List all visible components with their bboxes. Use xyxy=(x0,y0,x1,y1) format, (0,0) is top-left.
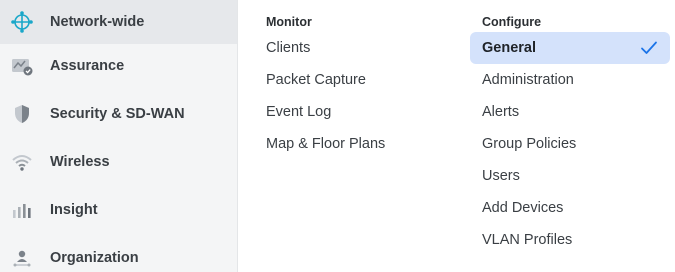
sidebar-item-label: Security & SD-WAN xyxy=(50,106,185,122)
sidebar-item-label: Network-wide xyxy=(50,14,145,30)
wifi-icon xyxy=(11,151,33,173)
menu-item-label: General xyxy=(482,40,536,56)
menu-item-general[interactable]: General xyxy=(470,32,670,64)
menu-item-users[interactable]: Users xyxy=(482,168,520,184)
sidebar-item-security-sd-wan[interactable]: Security & SD-WAN xyxy=(0,92,237,136)
menu-item-group-policies[interactable]: Group Policies xyxy=(482,136,576,152)
menu-item-clients[interactable]: Clients xyxy=(266,40,310,56)
sidebar-item-insight[interactable]: Insight xyxy=(0,188,237,232)
sidebar-item-network-wide[interactable]: Network-wide xyxy=(0,0,237,44)
menu-item-vlan-profiles[interactable]: VLAN Profiles xyxy=(482,232,572,248)
sidebar-item-label: Organization xyxy=(50,250,139,266)
bar-chart-icon xyxy=(11,199,33,221)
assurance-chart-icon xyxy=(11,55,33,77)
sidebar: Network-wide Assurance Security & SD-WAN xyxy=(0,0,238,272)
sidebar-item-label: Wireless xyxy=(50,154,110,170)
sidebar-item-label: Assurance xyxy=(50,58,125,74)
sidebar-item-wireless[interactable]: Wireless xyxy=(0,140,237,184)
monitor-heading: Monitor xyxy=(266,15,312,29)
shield-icon xyxy=(11,103,33,125)
sidebar-item-label: Insight xyxy=(50,202,98,218)
menu-item-alerts[interactable]: Alerts xyxy=(482,104,519,120)
organization-icon xyxy=(11,247,33,269)
menu-item-add-devices[interactable]: Add Devices xyxy=(482,200,563,216)
checkmark-icon xyxy=(640,40,658,56)
network-globe-icon xyxy=(11,11,33,33)
menu-item-event-log[interactable]: Event Log xyxy=(266,104,331,120)
menu-item-administration[interactable]: Administration xyxy=(482,72,574,88)
sidebar-item-organization[interactable]: Organization xyxy=(0,236,237,272)
menu-item-packet-capture[interactable]: Packet Capture xyxy=(266,72,366,88)
configure-heading: Configure xyxy=(482,15,542,29)
menu-item-map-floor-plans[interactable]: Map & Floor Plans xyxy=(266,136,385,152)
sidebar-item-assurance[interactable]: Assurance xyxy=(0,44,237,88)
